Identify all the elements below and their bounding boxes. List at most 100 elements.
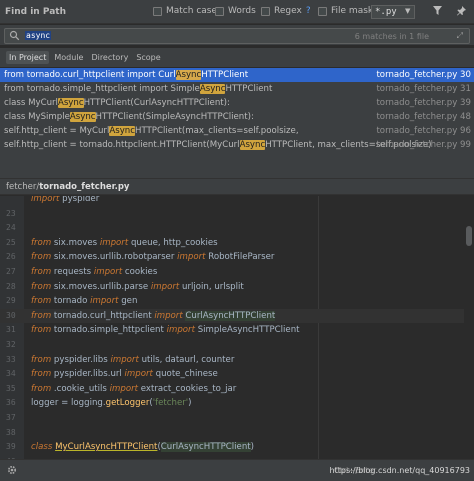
code-token: six.moves.urllib.parse — [53, 281, 151, 292]
code-token: cookies — [124, 267, 158, 277]
results-list: from tornado.curl_httpclient import Curl… — [0, 68, 474, 156]
dialog-title: Find in Path — [5, 7, 66, 17]
code-text: from six.moves import queue, http_cookie… — [31, 238, 218, 248]
code-token: from — [31, 267, 54, 277]
result-file: tornado_fetcher.py 39 — [376, 98, 471, 108]
code-token: .cookie_utils — [53, 383, 110, 394]
code-token: from — [31, 369, 54, 380]
code-token: from — [31, 325, 54, 336]
match-count: 6 matches in 1 file — [354, 32, 429, 41]
tab-scope[interactable]: Scope — [133, 51, 163, 64]
code-token: from — [31, 237, 54, 248]
code-token: pyspider — [62, 196, 100, 204]
code-text: from pyspider.libs.url import quote_chin… — [31, 369, 218, 379]
code-line: import pyspider — [0, 196, 464, 206]
file-mask-label: File mask: — [331, 6, 377, 16]
code-preview[interactable]: import pyspider 23 24 25 from six.moves impo… — [0, 196, 474, 459]
code-line: 27 from requests import cookies — [0, 265, 464, 279]
tab-in-project[interactable]: In Project — [6, 51, 50, 64]
code-token: import — [177, 252, 209, 263]
path-dir: fetcher/ — [6, 182, 40, 192]
code-text: logger = logging.getLogger('fetcher') — [31, 398, 192, 408]
code-token: pyspider.libs — [53, 354, 111, 365]
line-number: 39 — [6, 442, 16, 452]
code-token: import — [109, 383, 141, 394]
code-token: ) — [188, 398, 192, 409]
code-token: import — [93, 267, 125, 277]
search-input[interactable]: async 6 matches in 1 file ⤢ — [4, 28, 470, 44]
regex-checkbox[interactable] — [261, 6, 270, 16]
result-text-before: class MySimple — [4, 112, 70, 122]
code-token: CurlAsyncHTTPClient — [160, 442, 251, 453]
code-token: MyCurlAsyncHTTPClient — [55, 442, 158, 453]
search-row: async 6 matches in 1 file ⤢ — [0, 25, 474, 45]
preview-path-bar: fetcher/tornado_fetcher.py — [0, 178, 474, 195]
pin-icon[interactable] — [456, 5, 467, 19]
search-icon[interactable] — [9, 30, 20, 44]
code-token: pyspider.libs.url — [53, 369, 125, 380]
tab-directory[interactable]: Directory — [88, 51, 131, 64]
code-token: ) — [250, 442, 255, 453]
result-text-after: HTTPClient(SimpleAsyncHTTPClient): — [95, 112, 254, 122]
code-line: 32 — [0, 338, 464, 352]
code-token: requests — [53, 267, 94, 277]
code-text: from tornado.simple_httpclient import Si… — [31, 325, 300, 335]
result-text-before: self.http_client = tornado.httpclient.HT… — [4, 140, 240, 150]
result-text-before: class MyCurl — [4, 98, 58, 108]
code-line: 35 from .cookie_utils import extract_cook… — [0, 382, 464, 396]
code-line: 28 from six.moves.urllib.parse import url… — [0, 280, 464, 294]
result-match: Async — [109, 126, 135, 136]
editor-scrollbar[interactable] — [466, 226, 472, 246]
result-row[interactable]: self.http_client = MyCurlAsyncHTTPClient… — [0, 124, 474, 138]
filter-icon[interactable] — [432, 5, 443, 19]
expand-icon[interactable]: ⤢ — [457, 31, 463, 41]
gear-icon[interactable] — [6, 464, 18, 479]
result-text-before: self.http_client = MyCurl — [4, 126, 110, 136]
code-token: from — [31, 296, 54, 307]
match-case-checkbox[interactable] — [153, 6, 162, 16]
line-number: 36 — [6, 398, 16, 408]
code-token: 'fetcher' — [152, 398, 189, 409]
result-row[interactable]: from tornado.simple_httpclient import Si… — [0, 82, 474, 96]
code-text: class MyCurlAsyncHTTPClient(CurlAsyncHTT… — [31, 442, 255, 453]
tab-module[interactable]: Module — [51, 51, 86, 64]
file-mask-option[interactable]: File mask: — [318, 6, 376, 16]
code-token: import — [90, 296, 122, 307]
code-token: import — [150, 281, 183, 292]
code-line: 29 from tornado import gen — [0, 294, 464, 308]
code-token: six.moves — [53, 237, 100, 248]
regex-option[interactable]: Regex ? — [261, 6, 311, 16]
line-number: 35 — [6, 383, 16, 393]
file-mask-checkbox[interactable] — [318, 6, 327, 16]
result-row[interactable]: class MySimpleAsyncHTTPClient(SimpleAsyn… — [0, 110, 474, 124]
result-file: tornado_fetcher.py 99 — [376, 140, 471, 150]
code-line: 30 from tornado.curl_httpclient import Cu… — [0, 308, 464, 323]
words-label: Words — [228, 6, 256, 16]
code-text: from six.moves.urllib.parse import urljo… — [31, 282, 244, 292]
code-line: 24 — [0, 221, 464, 235]
match-case-option[interactable]: Match case — [153, 6, 217, 16]
code-token: urljoin, urlsplit — [182, 281, 244, 292]
result-row[interactable]: self.http_client = tornado.httpclient.HT… — [0, 138, 474, 152]
result-row[interactable]: from tornado.curl_httpclient import Curl… — [0, 68, 474, 82]
line-number: 27 — [6, 267, 16, 276]
code-line: 33 from pyspider.libs import utils, datau… — [0, 353, 464, 367]
regex-label: Regex — [274, 6, 302, 16]
code-text: from pyspider.libs import utils, dataurl… — [31, 355, 234, 365]
code-line: 34 from pyspider.libs.url import quote_ch… — [0, 367, 464, 381]
chevron-down-icon[interactable]: ▼ — [405, 7, 410, 15]
regex-help-link[interactable]: ? — [306, 6, 311, 16]
line-number: 33 — [6, 354, 16, 364]
words-option[interactable]: Words — [215, 6, 256, 16]
line-number: 37 — [6, 413, 16, 422]
code-token: extract_cookies_to_jar — [140, 383, 237, 394]
code-token: import — [166, 325, 198, 336]
code-token: from — [31, 281, 54, 292]
words-checkbox[interactable] — [215, 6, 224, 16]
code-token: SimpleAsyncHTTPClient — [197, 325, 300, 336]
code-line: 39 class MyCurlAsyncHTTPClient(CurlAsyncH… — [0, 440, 464, 454]
result-row[interactable]: class MyCurlAsyncHTTPClient(CurlAsyncHTT… — [0, 96, 474, 110]
code-token: from — [31, 310, 54, 321]
code-text: import pyspider — [31, 196, 99, 204]
line-number: 25 — [6, 237, 16, 247]
